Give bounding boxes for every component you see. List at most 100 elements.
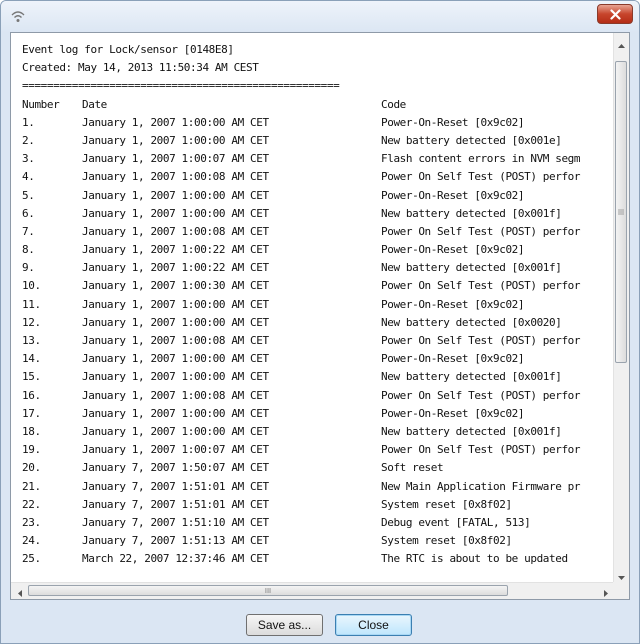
row-number: 9. — [22, 261, 35, 275]
log-row: 18. January 1, 2007 1:00:00 AM CET New bat… — [22, 423, 615, 441]
row-code: Power On Self Test (POST) perfor — [381, 388, 581, 402]
scroll-left-button[interactable] — [12, 583, 28, 599]
event-log-window: Event log for Lock/sensor [0148E8] Create… — [0, 0, 640, 644]
row-number: 3. — [22, 152, 35, 166]
log-row: 25. March 22, 2007 12:37:46 AM CET The RTC… — [22, 550, 615, 568]
log-row: 3. January 1, 2007 1:00:07 AM CET Flash co… — [22, 150, 615, 168]
row-code: New battery detected [0x001f] — [381, 206, 562, 220]
row-date: January 1, 2007 1:00:22 AM CET — [82, 243, 269, 257]
row-code: Power On Self Test (POST) perfor — [381, 170, 581, 184]
row-code: Power-On-Reset [0x9c02] — [381, 243, 525, 257]
row-code: Power-On-Reset [0x9c02] — [381, 352, 525, 366]
row-date: January 1, 2007 1:00:08 AM CET — [82, 334, 269, 347]
log-row: 11. January 1, 2007 1:00:00 AM CET Power-O… — [22, 296, 615, 314]
thumb-grip-icon — [618, 209, 624, 215]
column-number: Number — [22, 97, 60, 111]
row-date: January 1, 2007 1:00:00 AM CET — [82, 297, 269, 311]
log-row: 6. January 1, 2007 1:00:00 AM CET New batt… — [22, 205, 615, 223]
row-code: Power-On-Reset [0x9c02] — [381, 115, 525, 129]
row-number: 25. — [22, 552, 41, 566]
row-number: 22. — [22, 497, 41, 511]
log-row: 21. January 7, 2007 1:51:01 AM CET New Mai… — [22, 478, 615, 496]
row-date: January 7, 2007 1:51:01 AM CET — [82, 497, 269, 511]
log-row: 12. January 1, 2007 1:00:00 AM CET New bat… — [22, 314, 615, 332]
log-row: 5. January 1, 2007 1:00:00 AM CET Power-On… — [22, 187, 615, 205]
row-number: 24. — [22, 534, 41, 548]
row-date: January 1, 2007 1:00:00 AM CET — [82, 206, 269, 220]
row-code: Power-On-Reset [0x9c02] — [381, 297, 525, 311]
log-content: Event log for Lock/sensor [0148E8] Create… — [11, 33, 615, 583]
button-bar: Save as... Close — [1, 600, 639, 643]
row-number: 18. — [22, 424, 41, 438]
wireless-signal-icon — [9, 7, 27, 25]
row-code: Power-On-Reset [0x9c02] — [381, 406, 525, 420]
row-date: January 1, 2007 1:00:00 AM CET — [82, 315, 269, 329]
row-number: 23. — [22, 515, 41, 529]
row-number: 10. — [22, 279, 41, 293]
row-date: January 1, 2007 1:00:00 AM CET — [82, 352, 269, 366]
row-code: New battery detected [0x001f] — [381, 370, 562, 384]
row-date: January 1, 2007 1:00:00 AM CET — [82, 188, 269, 202]
log-row: 9. January 1, 2007 1:00:22 AM CET New batt… — [22, 259, 615, 277]
row-date: January 1, 2007 1:00:08 AM CET — [82, 388, 269, 402]
log-row: 17. January 1, 2007 1:00:00 AM CET Power-O… — [22, 405, 615, 423]
scroll-up-button[interactable] — [614, 34, 629, 50]
horizontal-scrollbar[interactable]: III — [11, 582, 615, 599]
log-row: 14. January 1, 2007 1:00:00 AM CET Power-O… — [22, 350, 615, 368]
row-code: New battery detected [0x0020] — [381, 315, 562, 329]
row-date: January 1, 2007 1:00:30 AM CET — [82, 279, 269, 293]
row-code: New battery detected [0x001e] — [381, 133, 562, 147]
row-number: 8. — [22, 243, 35, 257]
row-number: 4. — [22, 170, 35, 184]
row-code: New battery detected [0x001f] — [381, 424, 562, 438]
row-number: 19. — [22, 443, 41, 457]
save-as-button[interactable]: Save as... — [246, 614, 323, 636]
row-code: New battery detected [0x001f] — [381, 261, 562, 275]
row-date: January 1, 2007 1:00:00 AM CET — [82, 133, 269, 147]
window-close-button[interactable] — [597, 4, 633, 24]
row-number: 13. — [22, 334, 41, 347]
log-row: 4. January 1, 2007 1:00:08 AM CET Power On… — [22, 168, 615, 186]
scrollbar-corner — [613, 582, 629, 599]
log-row: 10. January 1, 2007 1:00:30 AM CET Power O… — [22, 277, 615, 295]
row-code: Flash content errors in NVM segm — [381, 152, 581, 166]
column-date: Date — [82, 97, 107, 111]
row-code: New Main Application Firmware pr — [381, 479, 581, 493]
log-separator: ========================================… — [22, 79, 340, 93]
scroll-down-button[interactable] — [614, 566, 629, 582]
log-row: 7. January 1, 2007 1:00:08 AM CET Power On… — [22, 223, 615, 241]
log-row: 22. January 7, 2007 1:51:01 AM CET System … — [22, 496, 615, 514]
log-row: 24. January 7, 2007 1:51:13 AM CET System … — [22, 532, 615, 550]
row-code: The RTC is about to be updated — [381, 552, 568, 566]
log-text-area[interactable]: Event log for Lock/sensor [0148E8] Create… — [10, 32, 630, 600]
row-code: Power On Self Test (POST) perfor — [381, 334, 581, 347]
row-code: Soft reset — [381, 461, 444, 475]
row-date: January 1, 2007 1:00:00 AM CET — [82, 406, 269, 420]
horizontal-scroll-thumb[interactable]: III — [28, 585, 508, 596]
row-number: 12. — [22, 315, 41, 329]
row-code: System reset [0x8f02] — [381, 534, 512, 548]
title-bar[interactable] — [1, 1, 639, 33]
vertical-scroll-thumb[interactable] — [615, 61, 627, 363]
row-date: January 7, 2007 1:51:13 AM CET — [82, 534, 269, 548]
row-number: 17. — [22, 406, 41, 420]
vertical-scrollbar[interactable] — [613, 33, 629, 583]
log-row: 8. January 1, 2007 1:00:22 AM CET Power-On… — [22, 241, 615, 259]
row-number: 6. — [22, 206, 35, 220]
row-number: 20. — [22, 461, 41, 475]
close-button[interactable]: Close — [335, 614, 412, 636]
row-date: March 22, 2007 12:37:46 AM CET — [82, 552, 269, 566]
log-row: 23. January 7, 2007 1:51:10 AM CET Debug e… — [22, 514, 615, 532]
row-number: 14. — [22, 352, 41, 366]
row-date: January 1, 2007 1:00:08 AM CET — [82, 224, 269, 238]
scroll-right-arrow-icon — [604, 582, 608, 600]
row-date: January 1, 2007 1:00:07 AM CET — [82, 443, 269, 457]
row-number: 7. — [22, 224, 35, 238]
thumb-grip: III — [264, 586, 272, 595]
log-row: 19. January 1, 2007 1:00:07 AM CET Power O… — [22, 441, 615, 459]
row-number: 21. — [22, 479, 41, 493]
row-code: Power On Self Test (POST) perfor — [381, 279, 581, 293]
log-row: 1. January 1, 2007 1:00:00 AM CET Power-On… — [22, 114, 615, 132]
scroll-right-button[interactable] — [598, 583, 614, 599]
log-row: 16. January 1, 2007 1:00:08 AM CET Power O… — [22, 387, 615, 405]
